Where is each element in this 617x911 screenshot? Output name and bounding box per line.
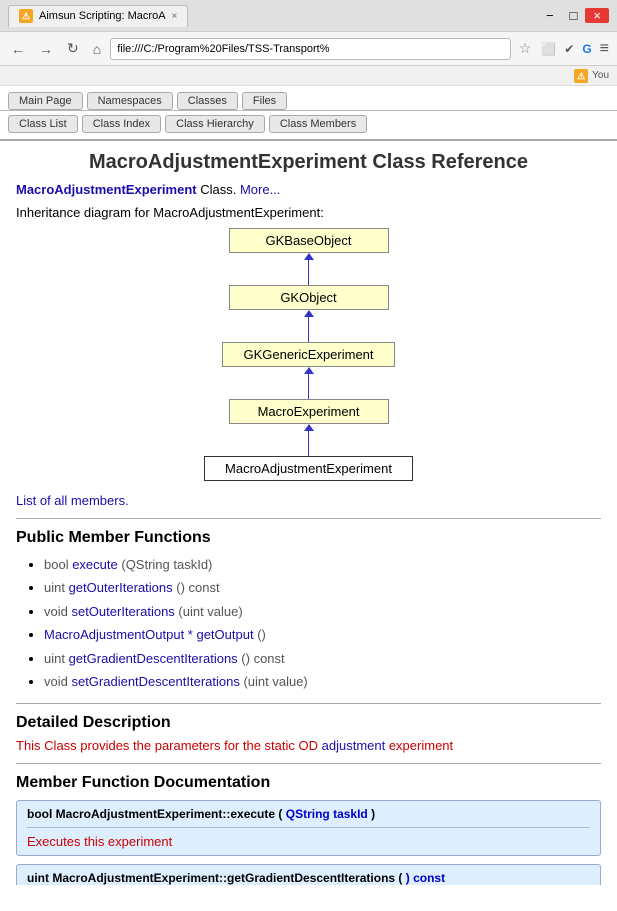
func-signature-getgradient: uint MacroAdjustmentExperiment::getGradi… — [27, 871, 590, 885]
tab-label: Aimsun Scripting: MacroA — [39, 10, 166, 22]
list-item: void setGradientDescentIterations (uint … — [44, 670, 601, 693]
tab-class-index[interactable]: Class Index — [82, 115, 161, 133]
inherit-label: Inheritance diagram for MacroAdjustmentE… — [16, 205, 601, 220]
window-minimize-btn[interactable]: − — [538, 8, 562, 23]
doxy-nav-row1: Main Page Namespaces Classes Files — [0, 86, 617, 111]
ext1-icon[interactable]: ✔ — [562, 42, 576, 56]
tab-class-hierarchy[interactable]: Class Hierarchy — [165, 115, 265, 133]
menu-icon[interactable]: ≡ — [598, 40, 611, 58]
home-button[interactable]: ⌂ — [88, 39, 106, 59]
arrow-3 — [304, 367, 314, 399]
public-members-title: Public Member Functions — [16, 529, 601, 547]
list-item: bool execute (QString taskId) — [44, 553, 601, 576]
tab-main-page[interactable]: Main Page — [8, 92, 83, 110]
divider-2 — [16, 703, 601, 704]
detailed-desc-text: This Class provides the parameters for t… — [16, 738, 601, 753]
forward-button[interactable]: → — [34, 39, 58, 59]
arrow-line-4 — [308, 431, 309, 456]
inherit-node-gkobject: GKObject — [229, 285, 389, 310]
arrow-head-1 — [304, 253, 314, 260]
all-members-link[interactable]: List of all members. — [16, 493, 129, 508]
arrow-line-3 — [308, 374, 309, 399]
notif-warning-icon: ⚠ — [574, 69, 588, 83]
arrow-head-3 — [304, 367, 314, 374]
refresh-button[interactable]: ↻ — [62, 38, 84, 59]
notification-bar: ⚠ You — [0, 66, 617, 86]
arrow-head-2 — [304, 310, 314, 317]
doxy-nav-row2: Class List Class Index Class Hierarchy C… — [0, 111, 617, 141]
inherit-label-text: Inheritance diagram for MacroAdjustmentE… — [16, 205, 324, 220]
func-signature-execute: bool MacroAdjustmentExperiment::execute … — [27, 807, 590, 821]
class-suffix: Class. — [197, 182, 237, 197]
nav-bar: ← → ↻ ⌂ ☆ ⬜ ✔ G ≡ — [0, 32, 617, 66]
window-close-btn[interactable]: × — [585, 8, 609, 23]
arrow-2 — [304, 310, 314, 342]
ext2-icon[interactable]: G — [580, 42, 593, 56]
divider-3 — [16, 763, 601, 764]
tab-files[interactable]: Files — [242, 92, 287, 110]
inherit-node-gkbaseobject: GKBaseObject — [229, 228, 389, 253]
page-title: MacroAdjustmentExperiment Class Referenc… — [16, 151, 601, 174]
tab-class-list[interactable]: Class List — [8, 115, 78, 133]
member-func-doc-title: Member Function Documentation — [16, 774, 601, 792]
class-name-link[interactable]: MacroAdjustmentExperiment — [16, 182, 197, 197]
address-bar[interactable] — [110, 38, 511, 60]
inheritance-diagram: GKBaseObject GKObject GKGenericExperimen… — [16, 228, 601, 481]
func-box-execute: bool MacroAdjustmentExperiment::execute … — [16, 800, 601, 856]
func-desc-execute: Executes this experiment — [27, 827, 590, 849]
browser-tab[interactable]: ⚠ Aimsun Scripting: MacroA × — [8, 5, 188, 27]
func-box-getgradientdescentiterations: uint MacroAdjustmentExperiment::getGradi… — [16, 864, 601, 885]
tab-close-btn[interactable]: × — [172, 11, 178, 22]
inherit-node-current: MacroAdjustmentExperiment — [204, 456, 413, 481]
class-header-line: MacroAdjustmentExperiment Class. More... — [16, 182, 601, 197]
list-item: uint getGradientDescentIterations () con… — [44, 647, 601, 670]
list-item: void setOuterIterations (uint value) — [44, 600, 601, 623]
inherit-node-gkgenericexperiment: GKGenericExperiment — [222, 342, 394, 367]
arrow-line-2 — [308, 317, 309, 342]
more-link[interactable]: More... — [240, 182, 280, 197]
tab-class-members[interactable]: Class Members — [269, 115, 367, 133]
content-area[interactable]: Main Page Namespaces Classes Files Class… — [0, 86, 617, 885]
list-item: uint getOuterIterations () const — [44, 576, 601, 599]
public-member-list: bool execute (QString taskId) uint getOu… — [16, 553, 601, 693]
detailed-desc-title: Detailed Description — [16, 714, 601, 732]
tab-warning-icon: ⚠ — [19, 9, 33, 23]
arrow-4 — [304, 424, 314, 456]
tab-classes[interactable]: Classes — [177, 92, 238, 110]
arrow-1 — [304, 253, 314, 285]
back-button[interactable]: ← — [6, 39, 30, 59]
tab-namespaces[interactable]: Namespaces — [87, 92, 173, 110]
divider-1 — [16, 518, 601, 519]
cast-icon[interactable]: ⬜ — [539, 42, 558, 56]
inherit-node-macroexperiment: MacroExperiment — [229, 399, 389, 424]
arrow-line-1 — [308, 260, 309, 285]
all-members-line: List of all members. — [16, 493, 601, 508]
title-bar: ⚠ Aimsun Scripting: MacroA × − □ × — [0, 0, 617, 32]
notif-text: You — [592, 70, 609, 81]
main-content: MacroAdjustmentExperiment Class Referenc… — [0, 141, 617, 885]
bookmark-icon[interactable]: ☆ — [515, 40, 536, 57]
arrow-head-4 — [304, 424, 314, 431]
list-item: MacroAdjustmentOutput * getOutput () — [44, 623, 601, 646]
window-maximize-btn[interactable]: □ — [562, 8, 586, 23]
